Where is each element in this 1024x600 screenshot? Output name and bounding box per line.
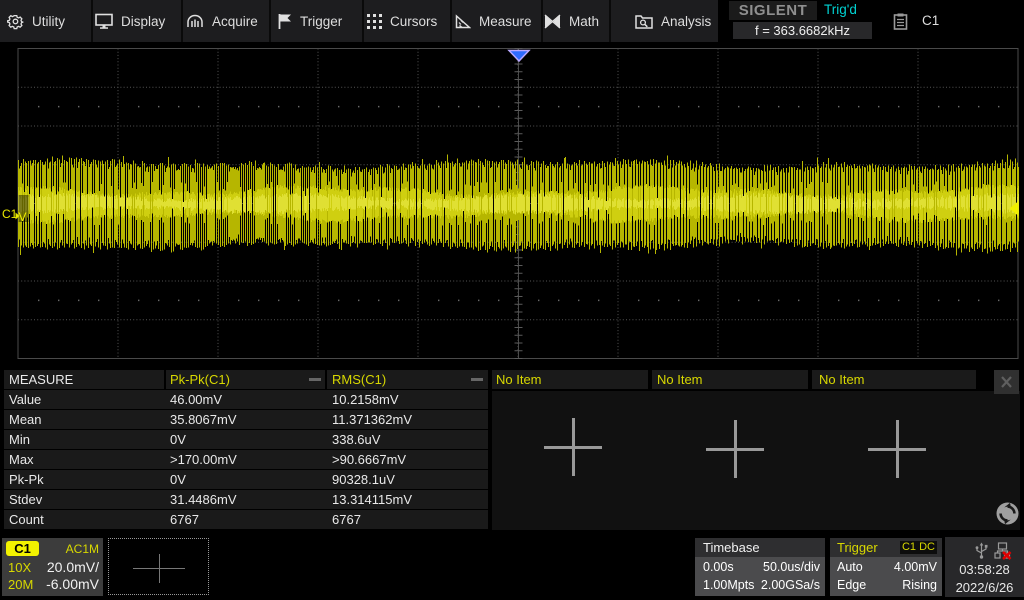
svg-text:V: V xyxy=(19,210,27,224)
svg-text:C1: C1 xyxy=(2,207,18,221)
